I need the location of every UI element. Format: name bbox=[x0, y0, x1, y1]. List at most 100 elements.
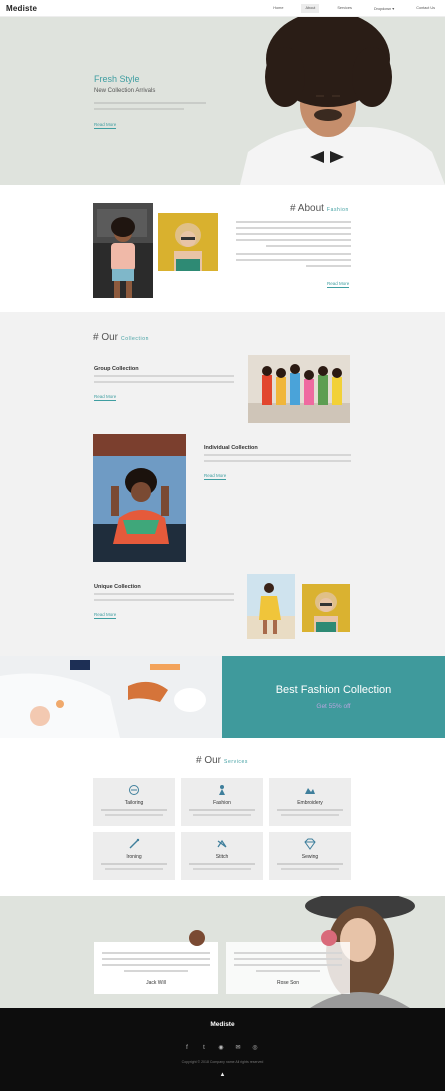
group-collection-text-line bbox=[94, 375, 234, 377]
service-text-line bbox=[193, 868, 251, 870]
embroidery-icon bbox=[305, 788, 315, 794]
service-name: Fashion bbox=[213, 800, 231, 806]
promo-title: Best Fashion Collection bbox=[275, 684, 392, 696]
footer-title: Mediste bbox=[210, 1021, 235, 1028]
about-section-title: # About Fashion bbox=[290, 203, 349, 214]
testimonial-author: Jack Will bbox=[146, 980, 166, 986]
service-name: Sewing bbox=[301, 854, 319, 860]
avatar bbox=[321, 930, 337, 946]
about-text-line bbox=[236, 227, 351, 229]
service-text-line bbox=[193, 814, 251, 816]
arrow-up-icon[interactable]: ▲ bbox=[219, 1072, 226, 1079]
service-card-embroidery[interactable]: Embroidery bbox=[269, 778, 351, 826]
hero-read-more-link[interactable]: Read More bbox=[94, 122, 117, 129]
promo-banner: Best Fashion Collection Get 55% off bbox=[0, 656, 445, 738]
stitch-icon bbox=[217, 839, 227, 848]
service-text-line bbox=[277, 809, 343, 811]
individual-collection-heading: Individual Collection bbox=[204, 445, 258, 451]
unique-collection-text-line bbox=[94, 593, 234, 595]
group-collection-read-more-link[interactable]: Read More bbox=[94, 394, 117, 401]
about-photo-woman-car bbox=[93, 203, 153, 298]
service-card-stitch[interactable]: Stitch bbox=[181, 832, 263, 880]
service-text-line bbox=[277, 863, 343, 865]
about-text-line bbox=[266, 245, 351, 247]
service-card-ironing[interactable]: Ironing bbox=[93, 832, 175, 880]
about-section: # About Fashion Read More bbox=[0, 185, 445, 312]
service-name: Embroidery bbox=[297, 800, 323, 806]
testimonial-text-line bbox=[102, 958, 210, 960]
testimonial-author: Rose Son bbox=[277, 980, 299, 986]
footer-social-icons: f t ◉ ✉ ◎ bbox=[183, 1044, 259, 1052]
service-text-line bbox=[101, 863, 167, 865]
collection-title-text: # Our bbox=[93, 332, 119, 343]
unique-collection-heading: Unique Collection bbox=[94, 584, 141, 590]
service-card-sewing[interactable]: Sewing bbox=[269, 832, 351, 880]
about-text-line bbox=[236, 221, 351, 223]
testimonial-text-line bbox=[234, 958, 342, 960]
service-text-line bbox=[101, 809, 167, 811]
testimonial-text-line bbox=[124, 970, 188, 972]
facebook-icon[interactable]: f bbox=[183, 1044, 191, 1052]
site-logo[interactable]: Mediste bbox=[6, 4, 37, 13]
individual-collection-text-line bbox=[204, 454, 351, 456]
hero-text-line bbox=[94, 102, 206, 104]
about-text-line bbox=[236, 253, 351, 255]
services-section: # Our Services Tailoring Fashion Embroide… bbox=[0, 738, 445, 896]
about-read-more-link[interactable]: Read More bbox=[327, 281, 350, 288]
individual-collection-text-line bbox=[204, 460, 351, 462]
nav-item-home[interactable]: Home bbox=[269, 4, 287, 13]
top-navbar: Mediste Home About Services Dropdown ▾ C… bbox=[0, 0, 445, 17]
hero-banner: Fresh Style New Collection Arrivals Read… bbox=[0, 17, 445, 185]
service-text-line bbox=[189, 809, 255, 811]
promo-panel: Best Fashion Collection Get 55% off bbox=[222, 656, 445, 738]
about-text-line bbox=[236, 239, 351, 241]
group-collection-heading: Group Collection bbox=[94, 366, 139, 372]
mail-icon[interactable]: ✉ bbox=[234, 1044, 242, 1052]
service-text-line bbox=[281, 868, 339, 870]
service-text-line bbox=[281, 814, 339, 816]
hero-title: Fresh Style bbox=[94, 74, 140, 84]
collection-section: # Our Collection Group Collection Read Mo… bbox=[0, 312, 445, 656]
twitter-icon[interactable]: t bbox=[200, 1044, 208, 1052]
individual-collection-read-more-link[interactable]: Read More bbox=[204, 473, 227, 480]
about-title-accent: Fashion bbox=[326, 207, 349, 213]
about-title-text: # About bbox=[290, 203, 324, 214]
testimonial-text-line bbox=[256, 970, 320, 972]
unique-collection-read-more-link[interactable]: Read More bbox=[94, 612, 117, 619]
nav-item-dropdown[interactable]: Dropdown ▾ bbox=[370, 4, 398, 13]
service-name: Ironing bbox=[126, 854, 142, 860]
collection-title-accent: Collection bbox=[121, 336, 149, 342]
nav-item-about[interactable]: About bbox=[301, 3, 320, 13]
about-photo-woman-yellow bbox=[158, 213, 218, 271]
about-text-line bbox=[306, 265, 351, 267]
services-title-text: # Our bbox=[196, 755, 222, 766]
promo-flatlay-photo bbox=[0, 656, 222, 738]
sewing-icon bbox=[304, 838, 316, 850]
footer: Mediste f t ◉ ✉ ◎ Copyright © 2018 Compa… bbox=[0, 1008, 445, 1091]
group-collection-text-line bbox=[94, 381, 234, 383]
instagram-icon[interactable]: ◎ bbox=[251, 1044, 259, 1052]
nav-item-contact[interactable]: Contact Us bbox=[412, 4, 439, 13]
unique-collection-photo-beach bbox=[247, 574, 295, 639]
testimonial-text-line bbox=[234, 952, 342, 954]
group-collection-photo bbox=[248, 355, 350, 423]
hero-text-line bbox=[94, 108, 184, 110]
testimonials-section: Jack Will Rose Son bbox=[0, 896, 445, 1008]
services-title-accent: Services bbox=[224, 759, 248, 765]
service-card-fashion[interactable]: Fashion bbox=[181, 778, 263, 826]
individual-collection-photo bbox=[93, 434, 186, 562]
collection-section-title: # Our Collection bbox=[93, 332, 149, 343]
service-card-tailoring[interactable]: Tailoring bbox=[93, 778, 175, 826]
service-name: Tailoring bbox=[124, 800, 144, 806]
page: Mediste Home About Services Dropdown ▾ C… bbox=[0, 0, 445, 1091]
nav-item-services[interactable]: Services bbox=[333, 4, 356, 13]
promo-subtitle: Get 55% off bbox=[316, 703, 351, 710]
avatar bbox=[189, 930, 205, 946]
rss-icon[interactable]: ◉ bbox=[217, 1044, 225, 1052]
testimonial-text-line bbox=[102, 964, 210, 966]
testimonial-card: Jack Will bbox=[94, 942, 218, 994]
unique-collection-text-line bbox=[94, 599, 234, 601]
hero-subtitle: New Collection Arrivals bbox=[94, 88, 156, 94]
service-name: Stitch bbox=[215, 854, 229, 860]
testimonial-text-line bbox=[234, 964, 342, 966]
